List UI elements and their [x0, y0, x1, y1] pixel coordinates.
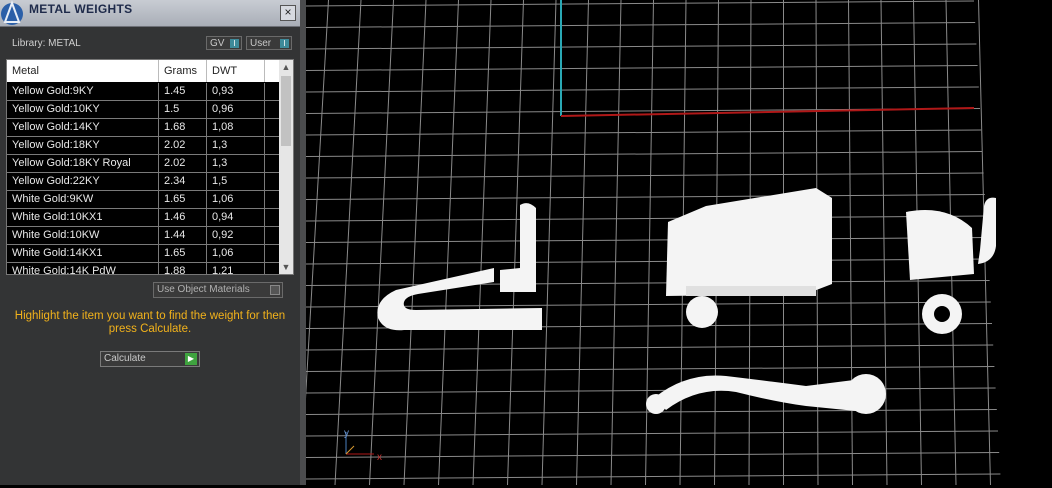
table-row[interactable]: Yellow Gold:9KY 1.45 0,93	[7, 83, 279, 101]
calculate-label: Calculate	[104, 353, 146, 364]
table-header: Metal Grams DWT	[7, 60, 279, 82]
cell-grams: 1.5	[159, 101, 207, 118]
cell-dwt: 1,06	[207, 245, 265, 262]
cell-dwt: 0,96	[207, 101, 265, 118]
instruction-text: Highlight the item you want to find the …	[14, 310, 286, 335]
table-row[interactable]: White Gold:10KX1 1.46 0,94	[7, 209, 279, 227]
close-button[interactable]: ×	[280, 5, 296, 21]
cell-dwt: 0,92	[207, 227, 265, 244]
metal-weights-panel: METAL WEIGHTS × Library: METAL GV I User…	[0, 0, 300, 485]
table-row[interactable]: White Gold:14K PdW 1.88 1,21	[7, 263, 279, 274]
table-row[interactable]: Yellow Gold:14KY 1.68 1,08	[7, 119, 279, 137]
viewport-canvas: y x	[265, 0, 1001, 486]
model-housing-part[interactable]	[666, 188, 832, 328]
model-clasp-part[interactable]	[906, 197, 996, 334]
axis-gizmo: y x	[344, 428, 382, 463]
column-header-grams[interactable]: Grams	[159, 60, 207, 82]
3d-viewport[interactable]: y x	[265, 0, 1052, 486]
play-arrow-icon: ▶	[185, 353, 197, 365]
cell-grams: 1.68	[159, 119, 207, 136]
scroll-up-icon[interactable]: ▲	[279, 60, 293, 74]
column-header-dwt[interactable]: DWT	[207, 60, 265, 82]
cell-metal: Yellow Gold:22KY	[7, 173, 159, 190]
table-row[interactable]: White Gold:9KW 1.65 1,06	[7, 191, 279, 209]
cell-grams: 1.65	[159, 245, 207, 262]
gizmo-y-label: y	[344, 428, 349, 439]
user-toggle[interactable]: User I	[246, 36, 292, 50]
cell-dwt: 1,5	[207, 173, 265, 190]
cell-grams: 1.44	[159, 227, 207, 244]
table-row[interactable]: Yellow Gold:10KY 1.5 0,96	[7, 101, 279, 119]
cell-dwt: 0,93	[207, 83, 265, 100]
gv-toggle-label: GV	[210, 38, 225, 49]
cell-grams: 2.02	[159, 155, 207, 172]
cell-dwt: 1,21	[207, 263, 265, 274]
column-header-metal[interactable]: Metal	[7, 60, 159, 82]
scroll-down-icon[interactable]: ▼	[279, 260, 293, 274]
scroll-thumb[interactable]	[281, 76, 291, 146]
table-row[interactable]: Yellow Gold:18KY Royal 2.02 1,3	[7, 155, 279, 173]
cell-grams: 2.34	[159, 173, 207, 190]
table-row[interactable]: Yellow Gold:22KY 2.34 1,5	[7, 173, 279, 191]
gv-toggle[interactable]: GV I	[206, 36, 242, 50]
cell-metal: Yellow Gold:9KY	[7, 83, 159, 100]
table-row[interactable]: White Gold:14KX1 1.65 1,06	[7, 245, 279, 263]
cell-dwt: 1,3	[207, 155, 265, 172]
table-row[interactable]: White Gold:10KW 1.44 0,92	[7, 227, 279, 245]
model-lever-part[interactable]	[646, 374, 886, 414]
cell-metal: Yellow Gold:10KY	[7, 101, 159, 118]
user-toggle-switch: I	[280, 39, 289, 48]
cell-grams: 2.02	[159, 137, 207, 154]
cell-metal: White Gold:10KX1	[7, 209, 159, 226]
library-label: Library: METAL	[12, 38, 81, 49]
cell-metal: Yellow Gold:18KY Royal	[7, 155, 159, 172]
panel-titlebar[interactable]: METAL WEIGHTS ×	[0, 0, 300, 27]
cell-dwt: 1,06	[207, 191, 265, 208]
table-scrollbar[interactable]: ▲ ▼	[279, 60, 293, 274]
metal-table: Metal Grams DWT Yellow Gold:9KY 1.45 0,93 Y…	[6, 59, 294, 275]
checkbox-icon	[270, 285, 280, 295]
cell-metal: Yellow Gold:18KY	[7, 137, 159, 154]
calculate-button[interactable]: Calculate ▶	[100, 351, 200, 367]
cell-dwt: 1,08	[207, 119, 265, 136]
cell-metal: White Gold:9KW	[7, 191, 159, 208]
gv-toggle-switch: I	[230, 39, 239, 48]
cell-grams: 1.65	[159, 191, 207, 208]
user-toggle-label: User	[250, 38, 272, 49]
cell-grams: 1.45	[159, 83, 207, 100]
use-object-materials-checkbox[interactable]: Use Object Materials	[153, 282, 283, 298]
cell-metal: White Gold:10KW	[7, 227, 159, 244]
x-axis-line	[560, 107, 975, 117]
cell-dwt: 0,94	[207, 209, 265, 226]
table-row[interactable]: Yellow Gold:18KY 2.02 1,3	[7, 137, 279, 155]
gizmo-x-label: x	[377, 452, 382, 463]
cell-metal: White Gold:14K PdW	[7, 263, 159, 274]
cell-grams: 1.46	[159, 209, 207, 226]
table-body: Yellow Gold:9KY 1.45 0,93 Yellow Gold:10KY 1…	[7, 83, 279, 274]
app-logo-icon	[1, 0, 23, 25]
cell-grams: 1.88	[159, 263, 207, 274]
use-object-materials-label: Use Object Materials	[157, 284, 250, 295]
cell-metal: Yellow Gold:14KY	[7, 119, 159, 136]
model-hook-part[interactable]	[377, 203, 542, 331]
cell-metal: White Gold:14KX1	[7, 245, 159, 262]
panel-title: METAL WEIGHTS	[29, 2, 133, 16]
cell-dwt: 1,3	[207, 137, 265, 154]
